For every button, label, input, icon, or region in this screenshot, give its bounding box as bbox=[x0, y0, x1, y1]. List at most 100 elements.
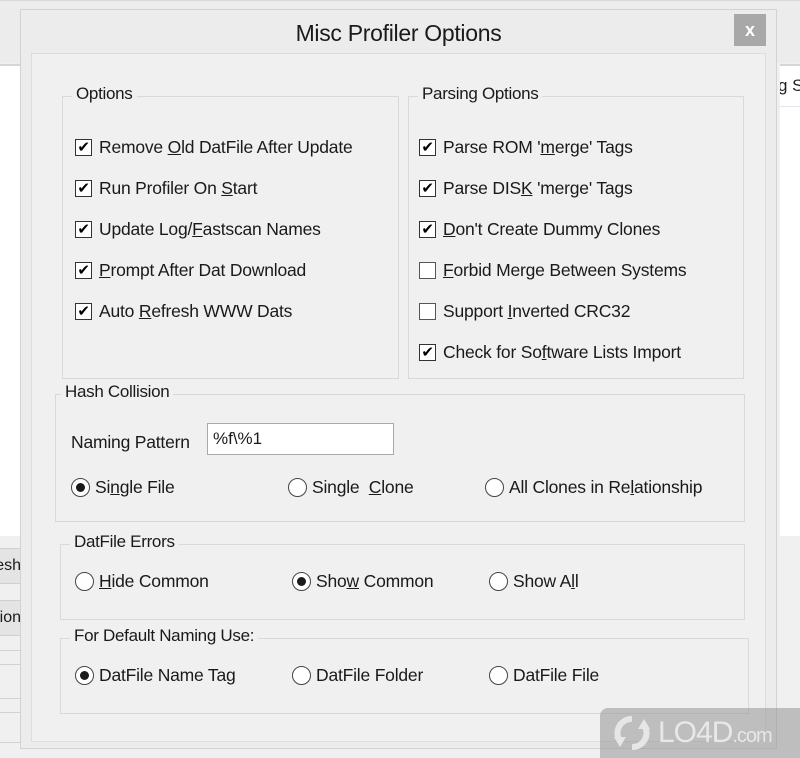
radio-unselected-icon[interactable] bbox=[485, 478, 504, 497]
checkbox-parse-disk-merge-tags[interactable]: ✔ Parse DISK 'merge' Tags bbox=[419, 178, 633, 199]
option-label-text: DatFile Name Tag bbox=[99, 665, 236, 685]
option-label-text: efresh WWW Dats bbox=[151, 301, 293, 321]
option-label: Show Common bbox=[316, 571, 434, 592]
option-label-text: DatFile File bbox=[513, 665, 600, 685]
option-label-text: All Clones in Re bbox=[509, 477, 631, 497]
option-label: Single File bbox=[95, 477, 175, 498]
radio-show-common[interactable]: Show Common bbox=[292, 571, 434, 592]
radio-all-clones-in-relationship[interactable]: All Clones in Relationship bbox=[485, 477, 702, 498]
checkbox-unchecked-icon[interactable] bbox=[419, 303, 436, 320]
radio-show-all[interactable]: Show All bbox=[489, 571, 579, 592]
option-label-text: rompt After Dat Download bbox=[110, 260, 307, 280]
option-label: Check for Software Lists Import bbox=[443, 342, 681, 363]
radio-datfile-file[interactable]: DatFile File bbox=[489, 665, 599, 686]
option-label: Update Log/Fastscan Names bbox=[99, 219, 321, 240]
checkbox-remove-old-datfile[interactable]: ✔ Remove Old DatFile After Update bbox=[75, 137, 353, 158]
option-label-text: gle File bbox=[119, 477, 175, 497]
radio-datfile-folder[interactable]: DatFile Folder bbox=[292, 665, 423, 686]
radio-selected-icon[interactable] bbox=[292, 572, 311, 591]
option-label: Show All bbox=[513, 571, 579, 592]
option-label-accelerator: P bbox=[99, 260, 111, 280]
checkbox-parse-rom-merge-tags[interactable]: ✔ Parse ROM 'merge' Tags bbox=[419, 137, 633, 158]
option-label-text: Common bbox=[359, 571, 434, 591]
checkbox-prompt-after-dat-download[interactable]: ✔ Prompt After Dat Download bbox=[75, 260, 306, 281]
option-label-accelerator: C bbox=[368, 477, 382, 497]
radio-selected-icon[interactable] bbox=[71, 478, 90, 497]
checkbox-auto-refresh-www-dats[interactable]: ✔ Auto Refresh WWW Dats bbox=[75, 301, 292, 322]
radio-hide-common[interactable]: Hide Common bbox=[75, 571, 209, 592]
checkbox-checked-icon[interactable]: ✔ bbox=[419, 221, 436, 238]
option-label-text: Auto bbox=[99, 301, 139, 321]
checkbox-check-software-lists-import[interactable]: ✔ Check for Software Lists Import bbox=[419, 342, 681, 363]
option-label-accelerator: F bbox=[443, 260, 454, 280]
naming-pattern-label: Naming Pattern bbox=[71, 432, 190, 452]
radio-unselected-icon[interactable] bbox=[292, 666, 311, 685]
radio-unselected-icon[interactable] bbox=[489, 666, 508, 685]
parsing-options-group: Parsing Options ✔ Parse ROM 'merge' Tags … bbox=[408, 84, 744, 379]
checkbox-unchecked-icon[interactable] bbox=[419, 262, 436, 279]
option-label-text: Parse DIS bbox=[443, 178, 521, 198]
parsing-options-group-legend: Parsing Options bbox=[418, 84, 543, 104]
background-button-option[interactable]: tion bbox=[0, 600, 21, 636]
background-row-divider bbox=[0, 698, 21, 699]
checkbox-checked-icon[interactable]: ✔ bbox=[419, 139, 436, 156]
checkbox-checked-icon[interactable]: ✔ bbox=[75, 221, 92, 238]
checkbox-update-log-fastscan-names[interactable]: ✔ Update Log/Fastscan Names bbox=[75, 219, 321, 240]
radio-dot-icon bbox=[80, 671, 89, 680]
option-label-accelerator: K bbox=[520, 178, 533, 198]
checkbox-dont-create-dummy-clones[interactable]: ✔ Don't Create Dummy Clones bbox=[419, 219, 660, 240]
checkbox-run-profiler-on-start[interactable]: ✔ Run Profiler On Start bbox=[75, 178, 257, 199]
background-divider bbox=[780, 106, 800, 107]
radio-dot-icon bbox=[76, 483, 85, 492]
radio-unselected-icon[interactable] bbox=[288, 478, 307, 497]
option-label: DatFile File bbox=[513, 665, 599, 686]
background-row-divider bbox=[0, 712, 21, 713]
option-label: Hide Common bbox=[99, 571, 209, 592]
options-group: Options ✔ Remove Old DatFile After Update… bbox=[62, 84, 399, 379]
option-label-text: ide Common bbox=[111, 571, 209, 591]
checkbox-support-inverted-crc32[interactable]: Support Inverted CRC32 bbox=[419, 301, 630, 322]
background-row-divider bbox=[0, 742, 21, 743]
radio-single-file[interactable]: Single File bbox=[71, 477, 175, 498]
dialog-body: Options ✔ Remove Old DatFile After Update… bbox=[31, 53, 766, 742]
checkbox-forbid-merge-between-systems[interactable]: Forbid Merge Between Systems bbox=[419, 260, 687, 281]
radio-single-clone[interactable]: Single Clone bbox=[288, 477, 414, 498]
lo4d-logo-icon bbox=[614, 716, 650, 750]
option-label: Forbid Merge Between Systems bbox=[443, 260, 687, 281]
lo4d-watermark: LO4D.com bbox=[600, 708, 800, 758]
option-label-text: ld DatFile After Update bbox=[181, 137, 353, 157]
close-button[interactable]: x bbox=[734, 14, 766, 46]
watermark-text: LO4D.com bbox=[658, 716, 773, 749]
radio-dot-icon bbox=[297, 577, 306, 586]
option-label-text: orbid Merge Between Systems bbox=[453, 260, 687, 280]
option-label: DatFile Folder bbox=[316, 665, 423, 686]
option-label: DatFile Name Tag bbox=[99, 665, 236, 686]
option-label-text: nverted CRC32 bbox=[512, 301, 631, 321]
naming-pattern-input[interactable] bbox=[207, 423, 394, 455]
option-label: All Clones in Relationship bbox=[509, 477, 702, 498]
radio-datfile-name-tag[interactable]: DatFile Name Tag bbox=[75, 665, 236, 686]
radio-selected-icon[interactable] bbox=[75, 666, 94, 685]
option-label-text: Show A bbox=[513, 571, 572, 591]
option-label: Single Clone bbox=[312, 477, 414, 498]
checkbox-checked-icon[interactable]: ✔ bbox=[75, 303, 92, 320]
checkbox-checked-icon[interactable]: ✔ bbox=[419, 344, 436, 361]
option-label: Don't Create Dummy Clones bbox=[443, 219, 660, 240]
checkbox-checked-icon[interactable]: ✔ bbox=[419, 180, 436, 197]
background-button-refresh[interactable]: esh bbox=[0, 548, 21, 584]
option-label-accelerator: n bbox=[110, 477, 120, 497]
radio-unselected-icon[interactable] bbox=[489, 572, 508, 591]
option-label-accelerator: H bbox=[99, 571, 112, 591]
radio-unselected-icon[interactable] bbox=[75, 572, 94, 591]
option-label-accelerator: w bbox=[346, 571, 360, 591]
option-label-text: Check for So bbox=[443, 342, 542, 362]
option-label-text: tart bbox=[232, 178, 258, 198]
option-label: Prompt After Dat Download bbox=[99, 260, 306, 281]
checkbox-checked-icon[interactable]: ✔ bbox=[75, 262, 92, 279]
checkbox-checked-icon[interactable]: ✔ bbox=[75, 180, 92, 197]
default-naming-group-legend: For Default Naming Use: bbox=[70, 626, 259, 646]
checkbox-checked-icon[interactable]: ✔ bbox=[75, 139, 92, 156]
option-label-text: DatFile Folder bbox=[316, 665, 424, 685]
option-label-text: tware Lists Import bbox=[546, 342, 681, 362]
option-label-text: erge' Tags bbox=[554, 137, 633, 157]
